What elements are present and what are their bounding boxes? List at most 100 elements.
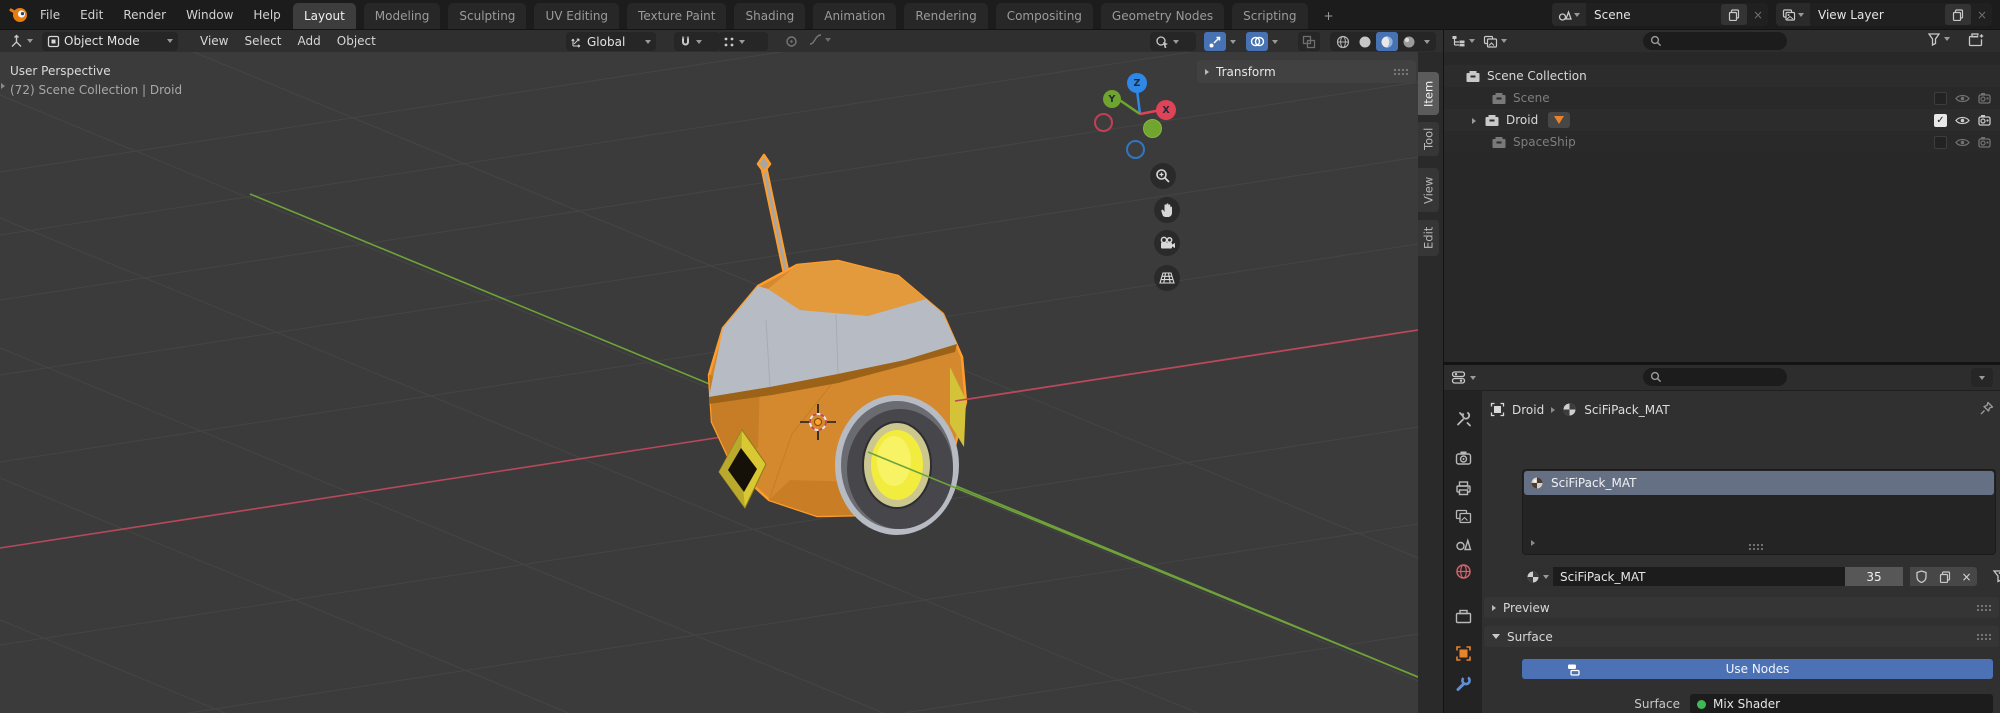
tab-shading[interactable]: Shading [734, 3, 805, 29]
exclude-checkbox[interactable] [1934, 136, 1947, 149]
tab-layout[interactable]: Layout [293, 3, 356, 29]
menu-view[interactable]: View [192, 30, 236, 52]
menu-render[interactable]: Render [113, 0, 176, 29]
tab-modeling[interactable]: Modeling [364, 3, 441, 29]
gizmo-axis-x-neg[interactable] [1094, 113, 1113, 132]
camera-view-button[interactable] [1154, 230, 1180, 256]
viewport-3d[interactable]: User Perspective (72) Scene Collection |… [0, 52, 1443, 713]
properties-search-input[interactable] [1643, 368, 1787, 386]
scene-copy-button[interactable] [1721, 4, 1747, 25]
object-visibility-dropdown[interactable] [1150, 32, 1196, 51]
hide-eye-icon[interactable] [1955, 115, 1970, 126]
menu-edit[interactable]: Edit [70, 0, 113, 29]
surface-panel-header[interactable]: Surface [1484, 626, 1999, 647]
expand-arrow-icon[interactable] [1472, 113, 1476, 127]
exclude-checkbox[interactable] [1934, 92, 1947, 105]
sidebar-tab-tool[interactable]: Tool [1418, 122, 1439, 156]
perspective-toggle-button[interactable] [1154, 265, 1180, 291]
hide-eye-icon[interactable] [1955, 137, 1970, 148]
material-slot-active[interactable]: SciFiPack_MAT [1524, 471, 1994, 495]
shading-material-button[interactable] [1376, 32, 1398, 51]
mesh-data-badge[interactable] [1548, 112, 1570, 128]
shading-solid-button[interactable] [1354, 32, 1376, 51]
transform-orientation-dropdown[interactable]: Global [566, 32, 656, 51]
breadcrumb-material[interactable]: SciFiPack_MAT [1584, 403, 1669, 417]
tab-render-icon[interactable] [1453, 448, 1473, 468]
disable-render-camera-icon[interactable] [1978, 114, 1993, 126]
tab-tool-icon[interactable] [1453, 408, 1473, 428]
tab-object-icon[interactable] [1453, 643, 1473, 663]
blender-logo-icon[interactable] [7, 5, 29, 24]
menu-select[interactable]: Select [236, 30, 289, 52]
zoom-button[interactable] [1150, 163, 1176, 189]
unlink-material-button[interactable]: × [1956, 567, 1977, 586]
tab-collection-icon[interactable] [1453, 606, 1473, 626]
sidebar-tab-view[interactable]: View [1418, 168, 1439, 212]
properties-options-dropdown[interactable] [1971, 368, 1993, 387]
menu-object[interactable]: Object [329, 30, 384, 52]
scene-unlink-button[interactable]: × [1748, 3, 1768, 26]
pin-icon[interactable] [1979, 401, 1994, 416]
tab-world-icon[interactable] [1453, 561, 1473, 581]
gizmo-axis-z[interactable]: Z [1127, 73, 1147, 93]
view-layer-browse-button[interactable] [1776, 3, 1810, 26]
snap-toggle[interactable] [674, 32, 720, 51]
menu-add[interactable]: Add [290, 30, 329, 52]
properties-editor-icon[interactable] [1451, 370, 1467, 385]
breadcrumb-object[interactable]: Droid [1512, 403, 1544, 417]
tab-uv-editing[interactable]: UV Editing [534, 3, 619, 29]
overlays-toggle[interactable] [1246, 32, 1268, 51]
view-layer-remove-button[interactable]: × [1972, 3, 1992, 26]
tab-compositing[interactable]: Compositing [996, 3, 1093, 29]
panel-drag-handle[interactable] [1976, 633, 1991, 640]
gizmo-axis-y-neg[interactable] [1143, 119, 1162, 138]
new-collection-button[interactable] [1968, 32, 1986, 48]
use-nodes-button[interactable]: Use Nodes [1522, 659, 1993, 679]
gizmo-axis-x[interactable]: X [1156, 100, 1176, 120]
new-material-copy-button[interactable] [1933, 567, 1956, 586]
gizmo-axis-z-neg[interactable] [1126, 140, 1145, 159]
gizmos-dropdown[interactable] [1226, 32, 1240, 51]
pan-hand-button[interactable] [1154, 197, 1180, 223]
material-name-field[interactable]: SciFiPack_MAT [1553, 567, 1845, 586]
tab-modifiers-icon[interactable] [1453, 673, 1473, 693]
overlays-dropdown[interactable] [1268, 32, 1282, 51]
tab-sculpting[interactable]: Sculpting [448, 3, 526, 29]
exclude-checkbox[interactable]: ✓ [1934, 114, 1947, 127]
menu-help[interactable]: Help [243, 0, 290, 29]
tab-texture-paint[interactable]: Texture Paint [627, 3, 726, 29]
shading-rendered-button[interactable] [1398, 32, 1420, 51]
outliner-display-mode-dropdown[interactable] [1451, 34, 1475, 48]
slot-specials-arrow[interactable] [1531, 535, 1535, 549]
scene-name[interactable]: Scene [1586, 3, 1720, 26]
tab-animation[interactable]: Animation [813, 3, 896, 29]
panel-drag-handle[interactable] [1976, 604, 1991, 611]
shading-dropdown[interactable] [1420, 32, 1434, 51]
hide-eye-icon[interactable] [1955, 93, 1970, 104]
list-resize-handle[interactable] [1748, 543, 1763, 550]
disable-render-camera-icon[interactable] [1978, 136, 1993, 148]
editor-type-button[interactable] [6, 34, 36, 49]
preview-panel-header[interactable]: Preview [1484, 597, 1999, 618]
surface-shader-field[interactable]: Mix Shader [1690, 694, 1993, 713]
outliner-filter-dropdown[interactable] [1927, 32, 1950, 46]
material-link-dropdown[interactable] [1992, 569, 2000, 584]
tab-scene-icon[interactable] [1453, 533, 1473, 553]
outliner-row-scene-collection[interactable]: Scene Collection [1444, 65, 2000, 87]
gizmo-axis-y[interactable]: Y [1103, 90, 1121, 108]
material-slot-list[interactable]: SciFiPack_MAT [1522, 469, 1996, 555]
menu-window[interactable]: Window [176, 0, 243, 29]
fake-user-shield-button[interactable] [1910, 567, 1933, 586]
material-users-count-button[interactable]: 35 [1845, 567, 1903, 586]
tab-rendering[interactable]: Rendering [904, 3, 987, 29]
outliner-row-spaceship[interactable]: SpaceShip [1444, 131, 2000, 153]
gizmos-toggle[interactable] [1204, 32, 1226, 51]
snap-target-dropdown[interactable] [718, 32, 768, 51]
sidebar-tab-edit[interactable]: Edit [1418, 220, 1439, 256]
menu-file[interactable]: File [30, 0, 70, 29]
panel-drag-handle[interactable] [1393, 68, 1408, 75]
tab-geometry-nodes[interactable]: Geometry Nodes [1101, 3, 1224, 29]
proportional-editing-toggle[interactable] [780, 32, 802, 51]
tab-view-layer-icon[interactable] [1453, 506, 1473, 526]
outliner-row-scene[interactable]: Scene [1444, 87, 2000, 109]
